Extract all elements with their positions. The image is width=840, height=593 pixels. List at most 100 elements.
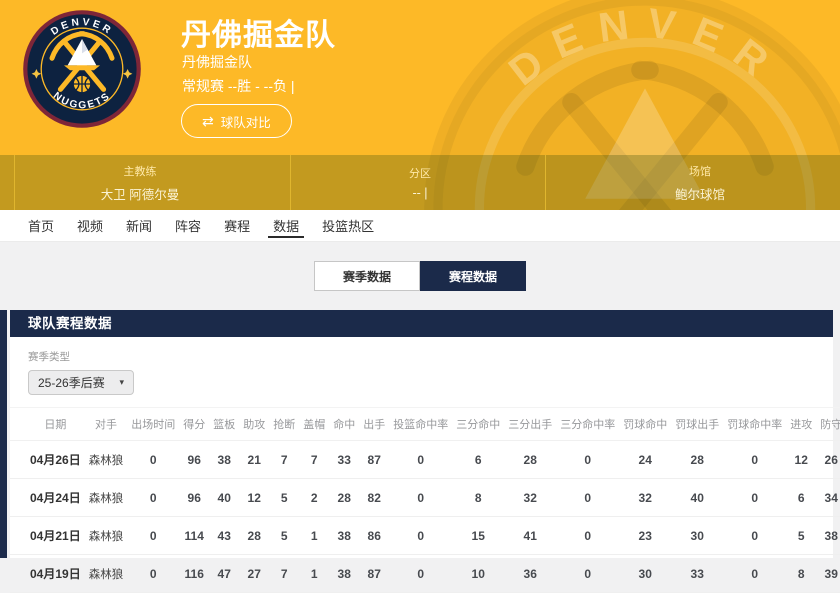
- toggle-schedule-data[interactable]: 赛程数据: [420, 261, 526, 291]
- season-type-label: 赛季类型: [28, 351, 70, 363]
- cell-3-8: 38: [329, 554, 360, 593]
- cell-2-15: 30: [671, 516, 724, 555]
- cell-0-10: 0: [389, 440, 453, 479]
- team-hero: DENVER DENVER NUGGETS 丹佛掘金队 丹佛掘金队 常规赛 --…: [0, 0, 840, 210]
- season-type-value: 25-26季后赛: [38, 376, 105, 390]
- season-type-select[interactable]: 25-26季后赛 ▾: [28, 370, 134, 395]
- tab-shot-zone[interactable]: 投篮热区: [312, 210, 384, 241]
- chevron-down-icon: ▾: [119, 377, 124, 387]
- cell-0-12: 28: [504, 440, 557, 479]
- cell-1-8: 28: [329, 478, 360, 517]
- cell-0-8: 33: [329, 440, 360, 479]
- team-compare-label: 球队对比: [220, 115, 271, 130]
- cell-0-0: 04月26日: [10, 440, 85, 479]
- cell-3-13: 0: [556, 554, 620, 593]
- swap-arrows-icon: ⇄: [202, 113, 214, 129]
- table-row: 04月26日森林狼0963821773387062802428012261022: [10, 440, 840, 479]
- tab-home[interactable]: 首页: [18, 210, 64, 241]
- info-cell-coach: 主教练大卫 阿德尔曼: [0, 155, 280, 210]
- info-label-coach: 主教练: [123, 165, 157, 178]
- cell-2-0: 04月21日: [10, 516, 85, 555]
- team-name: 丹佛掘金队: [181, 19, 336, 52]
- cell-2-5: 28: [239, 516, 270, 555]
- col-header-18: 防守: [816, 407, 840, 441]
- col-header-9: 出手: [359, 407, 390, 441]
- cell-0-17: 12: [786, 440, 817, 479]
- tab-video[interactable]: 视频: [67, 210, 113, 241]
- info-label-division: 分区: [409, 168, 431, 180]
- nav-tabs: 首页 视频 新闻 阵容 赛程 数据 投篮热区: [0, 210, 840, 242]
- info-label-venue: 场馆: [689, 165, 711, 178]
- cell-1-12: 32: [504, 478, 557, 517]
- info-cell-division: 分区 -- |: [280, 155, 560, 210]
- cell-2-12: 41: [504, 516, 557, 555]
- info-value-coach: 大卫 阿德尔曼: [100, 187, 180, 202]
- tab-news[interactable]: 新闻: [116, 210, 162, 241]
- team-info-bar: 主教练大卫 阿德尔曼 分区 -- | 场馆鲍尔球馆: [0, 155, 840, 210]
- table-row: 04月19日森林狼0116472771388701036030330839131…: [10, 554, 840, 593]
- col-header-4: 篮板: [209, 407, 240, 441]
- cell-2-7: 1: [299, 516, 330, 555]
- card-body: 赛季类型 25-26季后赛 ▾ 日期 对手 出场时间 得分 篮板 助攻 抢断 盖帽 命中 出手 投篮…: [10, 337, 840, 593]
- table-row: 04月21日森林狼0114432851388601541023300538924: [10, 516, 840, 555]
- cell-1-3: 96: [179, 478, 210, 517]
- cell-3-7: 1: [299, 554, 330, 593]
- cell-3-4: 47: [209, 554, 240, 593]
- cell-0-9: 87: [359, 440, 390, 479]
- cell-2-11: 15: [452, 516, 505, 555]
- team-record: 常规赛 --胜 - --负 |: [182, 78, 295, 94]
- toggle-season-data[interactable]: 赛季数据: [314, 261, 420, 291]
- section-title: 球队赛程数据: [10, 310, 833, 337]
- cell-1-10: 0: [389, 478, 453, 517]
- table-row: 04月24日森林狼096401252288208320324006341018: [10, 478, 840, 517]
- cell-2-6: 5: [269, 516, 300, 555]
- cell-3-3: 116: [179, 554, 210, 593]
- cell-2-2: 0: [127, 516, 180, 555]
- info-value-division: -- |: [412, 186, 428, 200]
- cell-0-18: 26: [816, 440, 840, 479]
- left-accent-strip: [0, 310, 7, 558]
- col-header-17: 进攻: [786, 407, 817, 441]
- cell-1-2: 0: [127, 478, 180, 517]
- cell-3-18: 39: [816, 554, 840, 593]
- col-header-10: 投篮命中率: [389, 407, 453, 441]
- cell-3-5: 27: [239, 554, 270, 593]
- col-header-5: 助攻: [239, 407, 270, 441]
- cell-1-6: 5: [269, 478, 300, 517]
- cell-1-5: 12: [239, 478, 270, 517]
- cell-3-17: 8: [786, 554, 817, 593]
- cell-3-11: 10: [452, 554, 505, 593]
- col-header-16: 罚球命中率: [723, 407, 787, 441]
- info-value-venue: 鲍尔球馆: [674, 187, 725, 202]
- team-subtitle: 丹佛掘金队: [182, 54, 252, 70]
- cell-3-2: 0: [127, 554, 180, 593]
- cell-0-5: 21: [239, 440, 270, 479]
- cell-0-4: 38: [209, 440, 240, 479]
- col-header-13: 三分命中率: [556, 407, 620, 441]
- team-compare-button[interactable]: ⇄ 球队对比: [181, 104, 292, 138]
- team-logo-icon: DENVER NUGGETS: [23, 10, 141, 128]
- tab-schedule[interactable]: 赛程: [214, 210, 260, 241]
- schedule-stats-table: 日期 对手 出场时间 得分 篮板 助攻 抢断 盖帽 命中 出手 投篮命中率 三分命中 三分出手 三分命中率…: [10, 407, 840, 593]
- cell-2-10: 0: [389, 516, 453, 555]
- cell-2-18: 38: [816, 516, 840, 555]
- tab-data[interactable]: 数据: [263, 210, 309, 241]
- table-body: 04月26日森林狼0963821773387062802428012261022…: [10, 440, 840, 593]
- cell-0-7: 7: [299, 440, 330, 479]
- cell-1-4: 40: [209, 478, 240, 517]
- cell-2-3: 114: [179, 516, 210, 555]
- col-header-11: 三分命中: [452, 407, 505, 441]
- cell-0-2: 0: [127, 440, 180, 479]
- col-header-3: 得分: [179, 407, 210, 441]
- col-header-2: 出场时间: [127, 407, 180, 441]
- cell-3-15: 33: [671, 554, 724, 593]
- cell-3-1: 森林狼: [84, 554, 128, 593]
- tab-roster[interactable]: 阵容: [165, 210, 211, 241]
- col-header-7: 盖帽: [299, 407, 330, 441]
- cell-3-12: 36: [504, 554, 557, 593]
- cell-0-15: 28: [671, 440, 724, 479]
- cell-1-9: 82: [359, 478, 390, 517]
- col-header-15: 罚球出手: [671, 407, 724, 441]
- cell-0-13: 0: [556, 440, 620, 479]
- col-header-1: 对手: [84, 407, 128, 441]
